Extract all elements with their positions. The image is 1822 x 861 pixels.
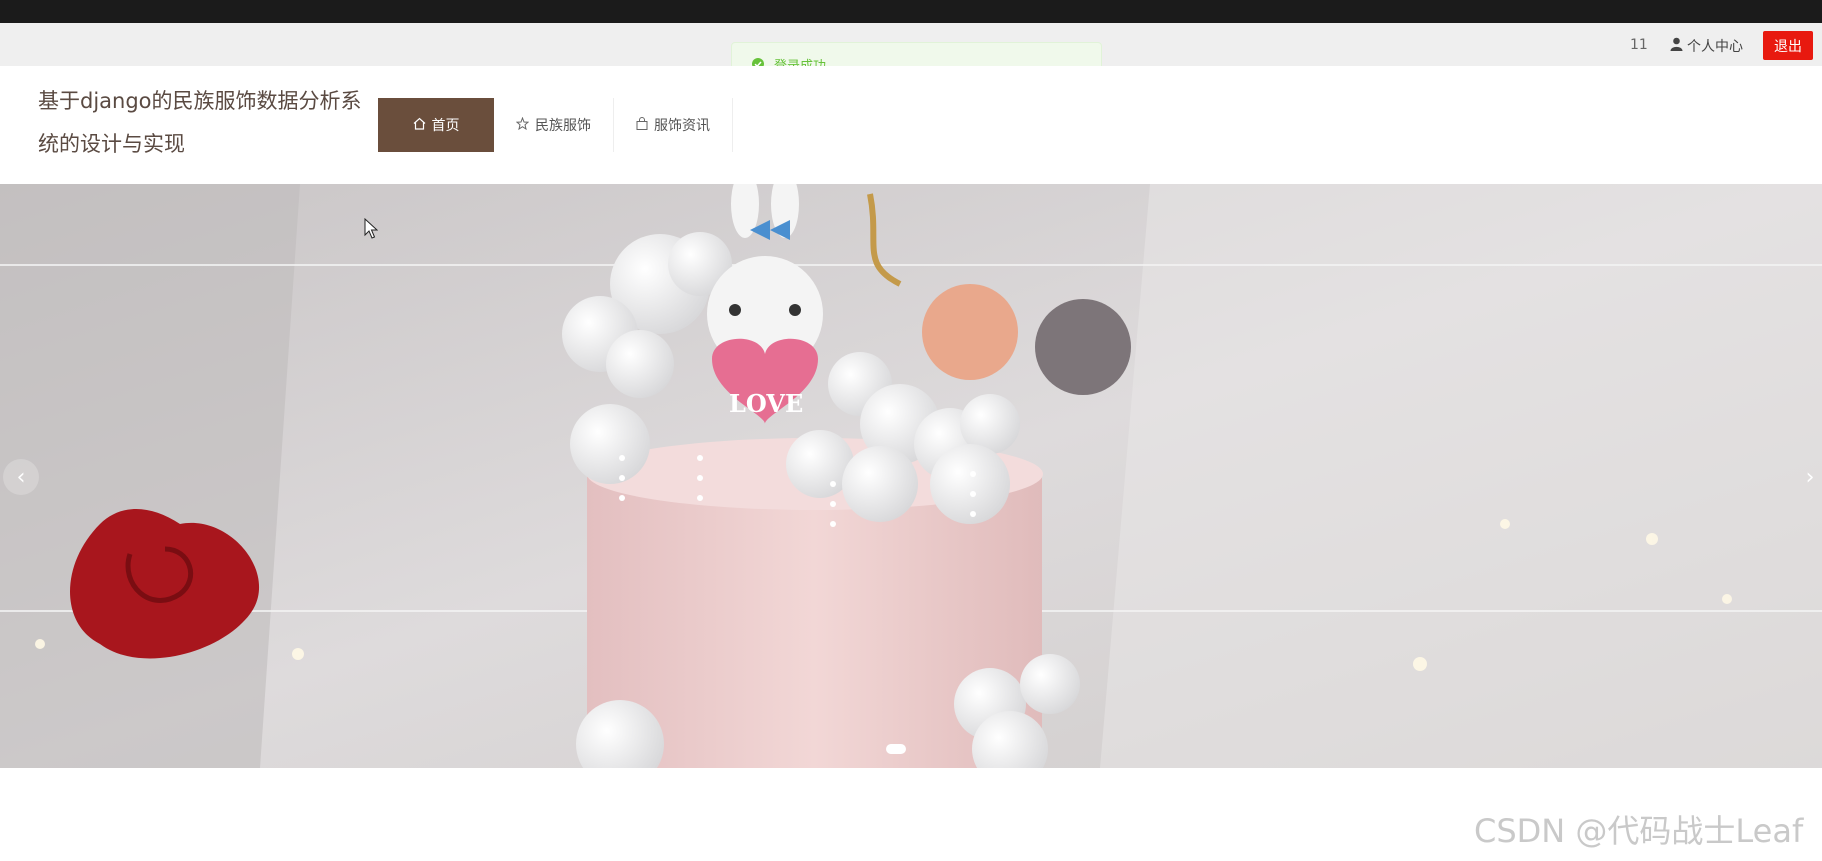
carousel-next-button[interactable]: › [1792, 459, 1822, 495]
nav-label-home: 首页 [431, 118, 460, 134]
user-icon [1670, 37, 1683, 55]
csdn-watermark: CSDN @代码战士Leaf [1474, 812, 1804, 850]
nav-item-ethnic-costume[interactable]: 民族服饰 [494, 98, 614, 152]
nav-label-costume-news: 服饰资讯 [654, 118, 710, 134]
carousel-prev-button[interactable]: ‹ [3, 459, 39, 495]
site-title: 基于django的民族服饰数据分析系统的设计与实现 [38, 89, 362, 156]
browser-top-bar [0, 0, 1822, 23]
nav-item-costume-news[interactable]: 服饰资讯 [614, 98, 733, 152]
personal-center-link[interactable]: 个人中心 [1670, 36, 1743, 56]
site-header: 基于django的民族服饰数据分析系统的设计与实现 首页 民族服饰 服饰资讯 [0, 66, 1822, 184]
carousel-banner[interactable]: LOVE [0, 184, 1822, 768]
star-icon [515, 116, 530, 134]
logout-button[interactable]: 退出 [1763, 31, 1813, 60]
personal-center-label: 个人中心 [1687, 39, 1743, 55]
banner-image [0, 184, 1822, 768]
mouse-cursor-icon [364, 217, 379, 244]
carousel-indicator-dot[interactable] [886, 744, 906, 754]
main-nav: 首页 民族服饰 服饰资讯 [378, 98, 733, 152]
bag-icon [636, 116, 648, 134]
nav-item-home[interactable]: 首页 [378, 98, 494, 152]
username-label: 11 [1630, 37, 1648, 53]
home-icon [413, 117, 426, 134]
cake-love-text: LOVE [729, 389, 804, 418]
nav-label-ethnic-costume: 民族服饰 [535, 118, 591, 134]
